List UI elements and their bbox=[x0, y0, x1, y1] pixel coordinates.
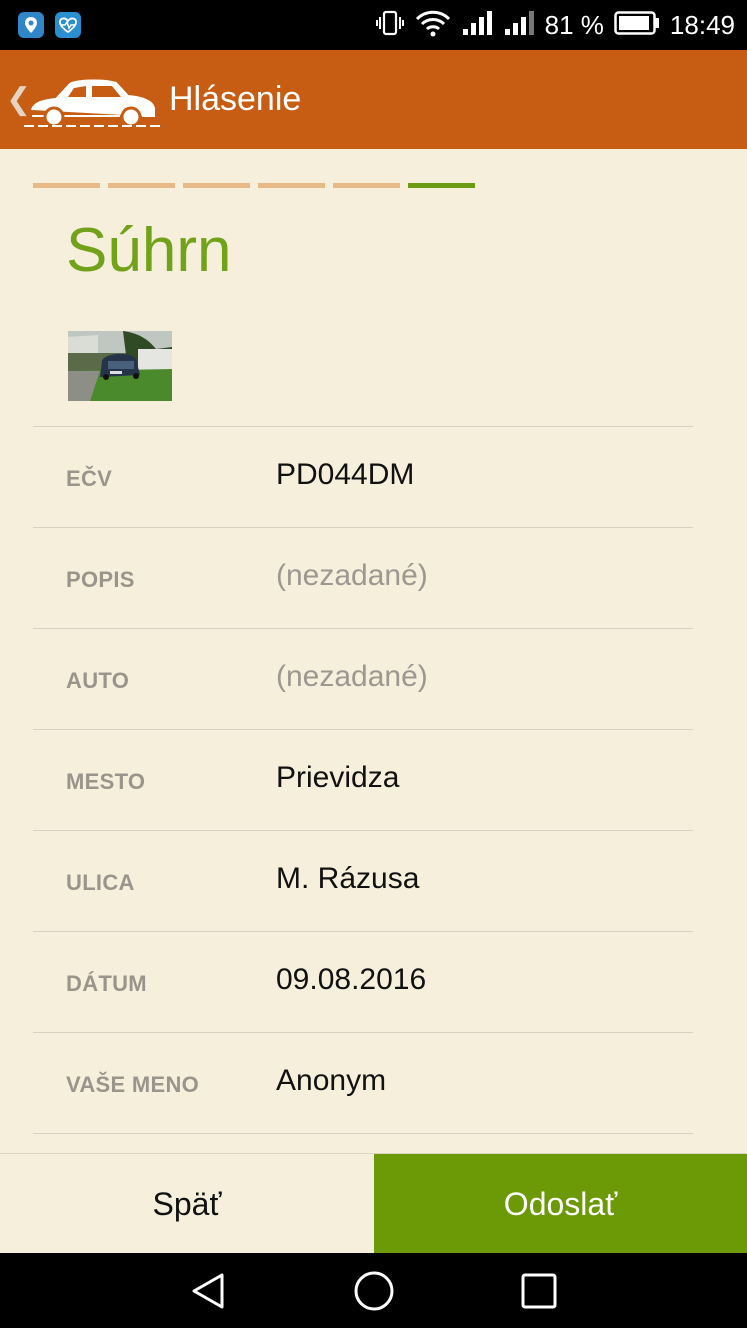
row-value: (nezadané) bbox=[276, 559, 428, 592]
parked-car-photo[interactable] bbox=[68, 331, 172, 401]
step-indicator-active bbox=[408, 183, 475, 188]
clock: 18:49 bbox=[669, 9, 735, 40]
summary-row-mesto: MESTO Prievidza bbox=[33, 730, 693, 831]
system-nav-bar bbox=[0, 1253, 747, 1328]
signal-icon bbox=[503, 9, 535, 42]
row-value: PD044DM bbox=[276, 458, 415, 491]
back-triangle-icon[interactable] bbox=[186, 1269, 230, 1313]
row-value: M. Rázusa bbox=[276, 862, 420, 895]
summary-row-popis: POPIS (nezadané) bbox=[33, 528, 693, 629]
step-indicator bbox=[333, 183, 400, 188]
summary-list: EČV PD044DM POPIS (nezadané) AUTO (nezad… bbox=[33, 426, 693, 1134]
row-label: VAŠE MENO bbox=[66, 1072, 200, 1097]
progress-steps bbox=[33, 183, 475, 188]
back-button[interactable]: Späť bbox=[0, 1154, 374, 1254]
step-indicator bbox=[258, 183, 325, 188]
recents-square-icon[interactable] bbox=[517, 1269, 561, 1313]
row-label: EČV bbox=[66, 466, 113, 491]
row-value: 09.08.2016 bbox=[276, 963, 427, 996]
page-title: Súhrn bbox=[66, 216, 232, 285]
row-value: Prievidza bbox=[276, 761, 400, 794]
signal-icon bbox=[461, 9, 493, 42]
row-value: (nezadané) bbox=[276, 660, 428, 693]
step-indicator bbox=[108, 183, 175, 188]
car-logo-icon[interactable] bbox=[24, 66, 160, 134]
row-label: DÁTUM bbox=[66, 971, 147, 996]
app-bar: ❮ Hlásenie bbox=[0, 50, 747, 149]
step-indicator bbox=[33, 183, 100, 188]
summary-row-ulica: ULICA M. Rázusa bbox=[33, 831, 693, 932]
app-bar-title: Hlásenie bbox=[169, 80, 302, 118]
row-label: AUTO bbox=[66, 668, 130, 693]
row-label: MESTO bbox=[66, 769, 146, 794]
summary-row-meno: VAŠE MENO Anonym bbox=[33, 1033, 693, 1134]
wifi-icon bbox=[415, 9, 451, 42]
row-label: ULICA bbox=[66, 870, 135, 895]
send-button[interactable]: Odoslať bbox=[374, 1154, 747, 1254]
battery-icon bbox=[614, 10, 660, 41]
home-circle-icon[interactable] bbox=[352, 1269, 396, 1313]
row-value: Anonym bbox=[276, 1064, 387, 1097]
action-bar: Späť Odoslať bbox=[0, 1153, 747, 1254]
summary-row-ecv: EČV PD044DM bbox=[33, 427, 693, 528]
row-label: POPIS bbox=[66, 567, 135, 592]
battery-percent: 81 % bbox=[544, 9, 604, 40]
step-indicator bbox=[183, 183, 250, 188]
summary-row-datum: DÁTUM 09.08.2016 bbox=[33, 932, 693, 1033]
status-bar: 81 % 18:49 bbox=[0, 0, 747, 50]
summary-row-auto: AUTO (nezadané) bbox=[33, 629, 693, 730]
vibrate-icon bbox=[375, 9, 405, 42]
location-app-icon bbox=[18, 12, 44, 38]
health-app-icon bbox=[55, 12, 81, 38]
